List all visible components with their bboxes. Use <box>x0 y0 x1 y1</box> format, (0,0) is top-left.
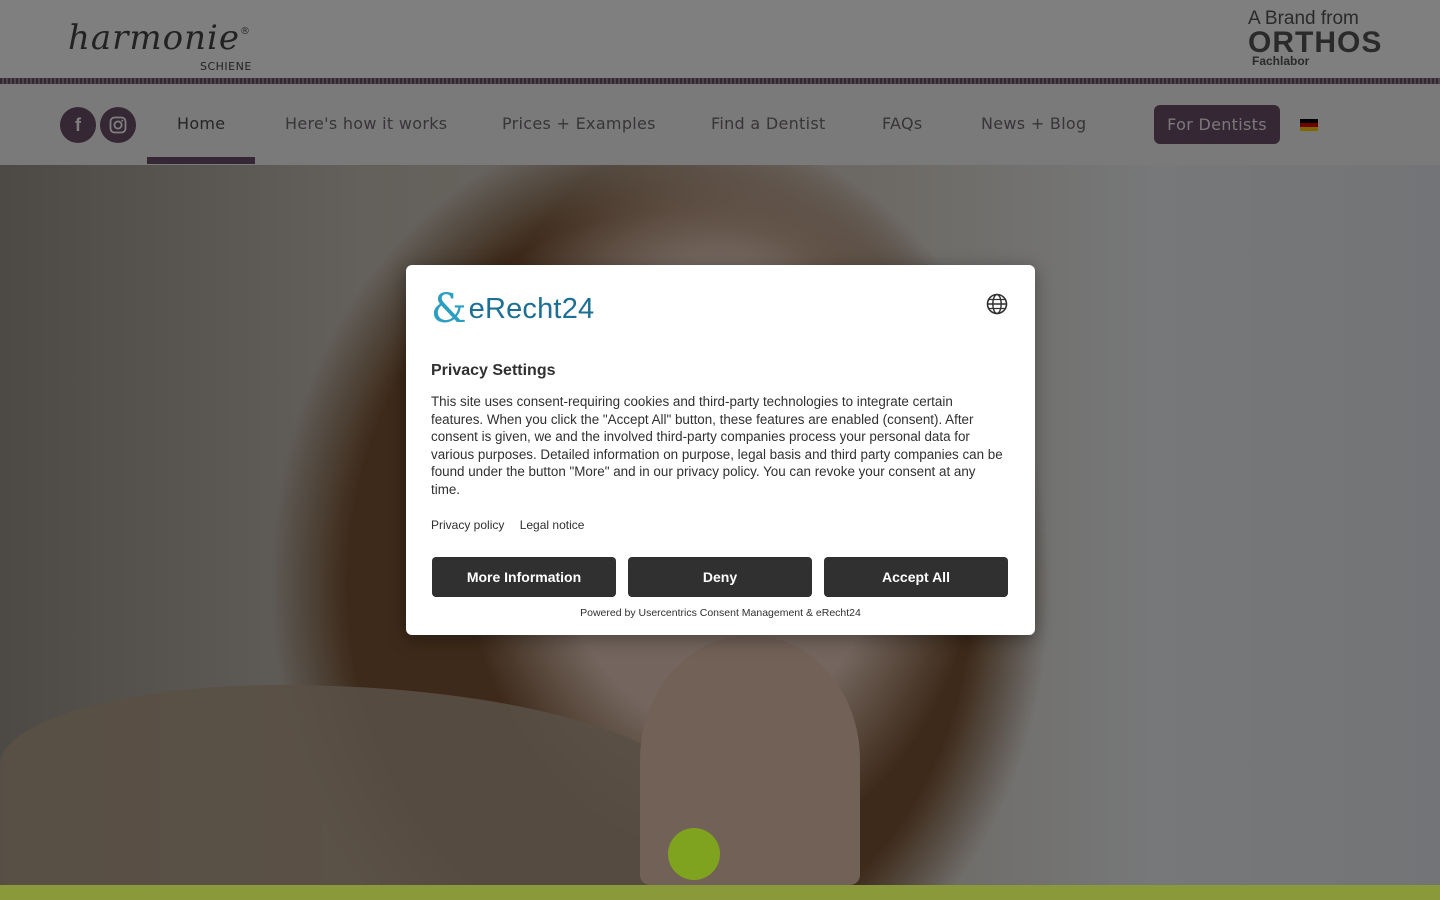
legal-notice-link[interactable]: Legal notice <box>520 518 585 532</box>
erecht24-wordmark: eRecht24 <box>468 292 595 325</box>
more-information-button[interactable]: More Information <box>432 557 616 597</box>
privacy-consent-dialog: & eRecht24 Privacy Settings This site us… <box>406 265 1035 635</box>
language-globe-icon[interactable] <box>986 293 1008 315</box>
scroll-indicator[interactable] <box>668 828 720 880</box>
deny-button[interactable]: Deny <box>628 557 812 597</box>
green-footer-strip <box>0 885 1440 900</box>
consent-powered-by: Powered by Usercentrics Consent Manageme… <box>580 607 861 619</box>
consent-title: Privacy Settings <box>431 362 556 379</box>
erecht24-symbol-icon: & <box>431 286 467 332</box>
accept-all-button[interactable]: Accept All <box>824 557 1008 597</box>
erecht24-logo: & eRecht24 <box>431 289 594 329</box>
consent-links: Privacy policy Legal notice <box>431 518 596 532</box>
privacy-policy-link[interactable]: Privacy policy <box>431 518 504 532</box>
consent-description: This site uses consent-requiring cookies… <box>431 394 1003 497</box>
